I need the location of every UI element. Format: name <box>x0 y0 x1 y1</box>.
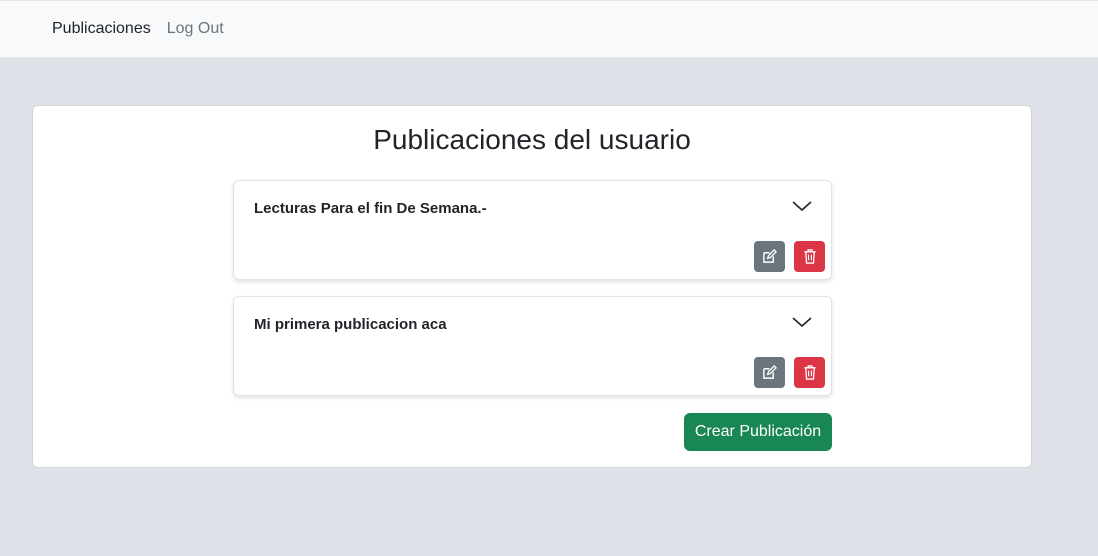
chevron-down-icon[interactable] <box>791 199 813 213</box>
edit-post-button[interactable] <box>754 357 785 388</box>
trash-icon <box>803 365 816 380</box>
pencil-square-icon <box>763 249 777 263</box>
post-title: Lecturas Para el fin De Semana.- <box>254 200 487 217</box>
post-item: Mi primera publicacion aca <box>233 296 832 396</box>
post-title: Mi primera publicacion aca <box>254 316 447 333</box>
post-item: Lecturas Para el fin De Semana.- <box>233 180 832 280</box>
page-title: Publicaciones del usuario <box>373 124 691 155</box>
delete-post-button[interactable] <box>794 241 825 272</box>
nav-link-log-out[interactable]: Log Out <box>167 20 224 38</box>
chevron-down-icon[interactable] <box>791 315 813 329</box>
top-navbar: Publicaciones Log Out <box>0 0 1098 58</box>
nav-link-publicaciones[interactable]: Publicaciones <box>52 20 151 38</box>
delete-post-button[interactable] <box>794 357 825 388</box>
edit-post-button[interactable] <box>754 241 785 272</box>
trash-icon <box>803 249 816 264</box>
posts-card: Publicaciones del usuario Lecturas Para … <box>32 105 1032 468</box>
create-post-button[interactable]: Crear Publicación <box>684 413 832 451</box>
pencil-square-icon <box>763 365 777 379</box>
